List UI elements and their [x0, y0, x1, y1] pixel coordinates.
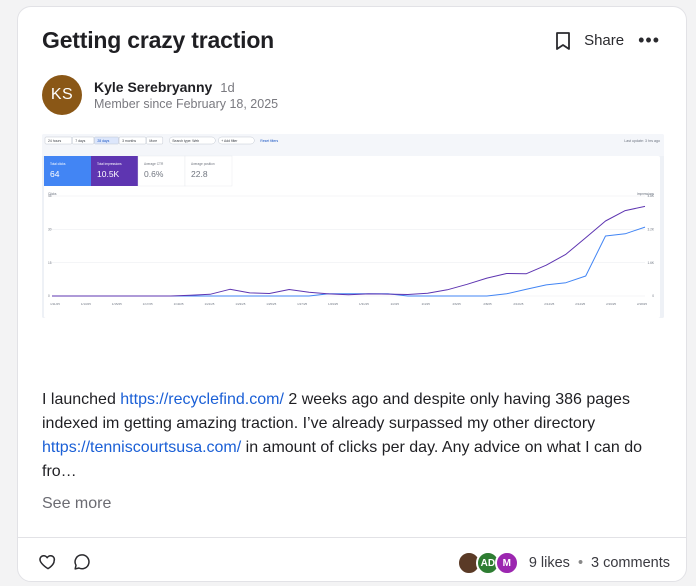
right-tick: 1.6K — [647, 261, 654, 265]
post-card: Getting crazy traction Share ••• KS Kyle… — [17, 6, 687, 582]
x-tick: 1/19/25 — [174, 302, 184, 306]
separator: • — [577, 555, 584, 571]
right-tick: 3.2K — [647, 228, 654, 232]
range-button-label: 7 days — [75, 139, 85, 143]
tenniscourtsusa-link[interactable]: https://tenniscourtsusa.com/ — [42, 439, 241, 456]
left-tick: 30 — [48, 228, 52, 232]
x-tick: 1/21/25 — [204, 302, 214, 306]
comments-count[interactable]: 3 comments — [591, 555, 670, 571]
x-tick: 1/11/25 — [50, 302, 60, 306]
metric-label: Total impressions — [97, 162, 122, 166]
left-tick: 15 — [48, 261, 52, 265]
range-button-label: 3 months — [122, 139, 136, 143]
x-tick: 1/15/25 — [112, 302, 122, 306]
filter-label: Reset filters — [260, 139, 278, 143]
likes-count[interactable]: 9 likes — [529, 555, 570, 571]
range-button-label: 24 hours — [48, 139, 61, 143]
range-buttons: 24 hours 7 days 28 days 3 months More — [44, 136, 164, 145]
metric-label: Average position — [191, 162, 215, 166]
left-tick: 0 — [48, 294, 50, 298]
metric-label: Average CTR — [144, 162, 164, 166]
author-line: Kyle Serebryanny 1d — [94, 79, 235, 95]
x-tick: 1/29/25 — [328, 302, 338, 306]
x-tick: 2/18/25 — [637, 302, 647, 306]
author-initials: KS — [50, 86, 74, 103]
x-tick: 1/17/25 — [143, 302, 153, 306]
post-image[interactable]: 24 hours 7 days 28 days 3 months More Search… — [42, 134, 664, 318]
see-more-link[interactable]: See more — [42, 495, 111, 513]
recyclefind-link[interactable]: https://recyclefind.com/ — [120, 391, 284, 408]
last-update: Last update: 3 hrs ago — [624, 139, 660, 143]
metric-value: 10.5K — [97, 169, 120, 179]
member-since: Member since February 18, 2025 — [94, 97, 279, 111]
post-time: 1d — [220, 80, 235, 95]
author-avatar[interactable]: KS — [42, 75, 82, 115]
liker-avatars[interactable]: AD M — [456, 551, 519, 575]
metric-value: 64 — [50, 169, 60, 179]
metric-value: 22.8 — [191, 169, 208, 179]
x-tick: 2/10/25 — [513, 302, 523, 306]
metric-label: Total clicks — [50, 162, 66, 166]
x-tick: 1/27/25 — [297, 302, 307, 306]
post-title: Getting crazy traction — [42, 27, 275, 53]
left-tick: 45 — [48, 194, 52, 198]
reaction-bar — [38, 552, 92, 572]
x-tick: 1/25/25 — [266, 302, 276, 306]
x-tick: 1/31/25 — [359, 302, 369, 306]
x-tick: 1/13/25 — [81, 302, 91, 306]
x-tick: 1/23/25 — [235, 302, 245, 306]
share-button[interactable]: Share — [584, 32, 624, 49]
right-tick: 4.8K — [647, 194, 654, 198]
post-body: I launched https://recyclefind.com/ 2 we… — [42, 388, 667, 484]
post-actions: Share ••• — [554, 30, 660, 51]
liker-avatar[interactable]: M — [494, 551, 519, 575]
right-tick: 0 — [652, 294, 654, 298]
x-tick: 2/12/25 — [544, 302, 554, 306]
x-tick: 2/14/25 — [575, 302, 585, 306]
x-tick: 2/4/25 — [422, 302, 431, 306]
comment-icon[interactable] — [72, 552, 92, 572]
metric-cards: Total clicks 64 Total impressions 10.5K Aver… — [44, 155, 233, 187]
author-name[interactable]: Kyle Serebryanny — [94, 79, 212, 95]
x-tick: 2/16/25 — [606, 302, 616, 306]
filter-label: Search type: Web — [172, 139, 199, 143]
x-tick: 2/6/25 — [452, 302, 461, 306]
engagement-stats: AD M 9 likes • 3 comments — [456, 551, 670, 575]
post-footer: AD M 9 likes • 3 comments — [18, 537, 686, 584]
share-label: Share — [584, 32, 625, 49]
bookmark-icon[interactable] — [554, 31, 572, 51]
more-options-icon[interactable]: ••• — [638, 30, 660, 51]
body-text-1: I launched — [42, 391, 121, 408]
metric-value: 0.6% — [144, 169, 164, 179]
x-tick: 2/2/25 — [391, 302, 400, 306]
range-button-label: More — [149, 139, 157, 143]
search-console-screenshot: 24 hours 7 days 28 days 3 months More Search… — [42, 134, 664, 318]
x-tick: 2/8/25 — [483, 302, 492, 306]
heart-icon[interactable] — [38, 552, 58, 572]
filter-label: + Add filter — [221, 139, 238, 143]
range-button-label: 28 days — [97, 139, 109, 143]
